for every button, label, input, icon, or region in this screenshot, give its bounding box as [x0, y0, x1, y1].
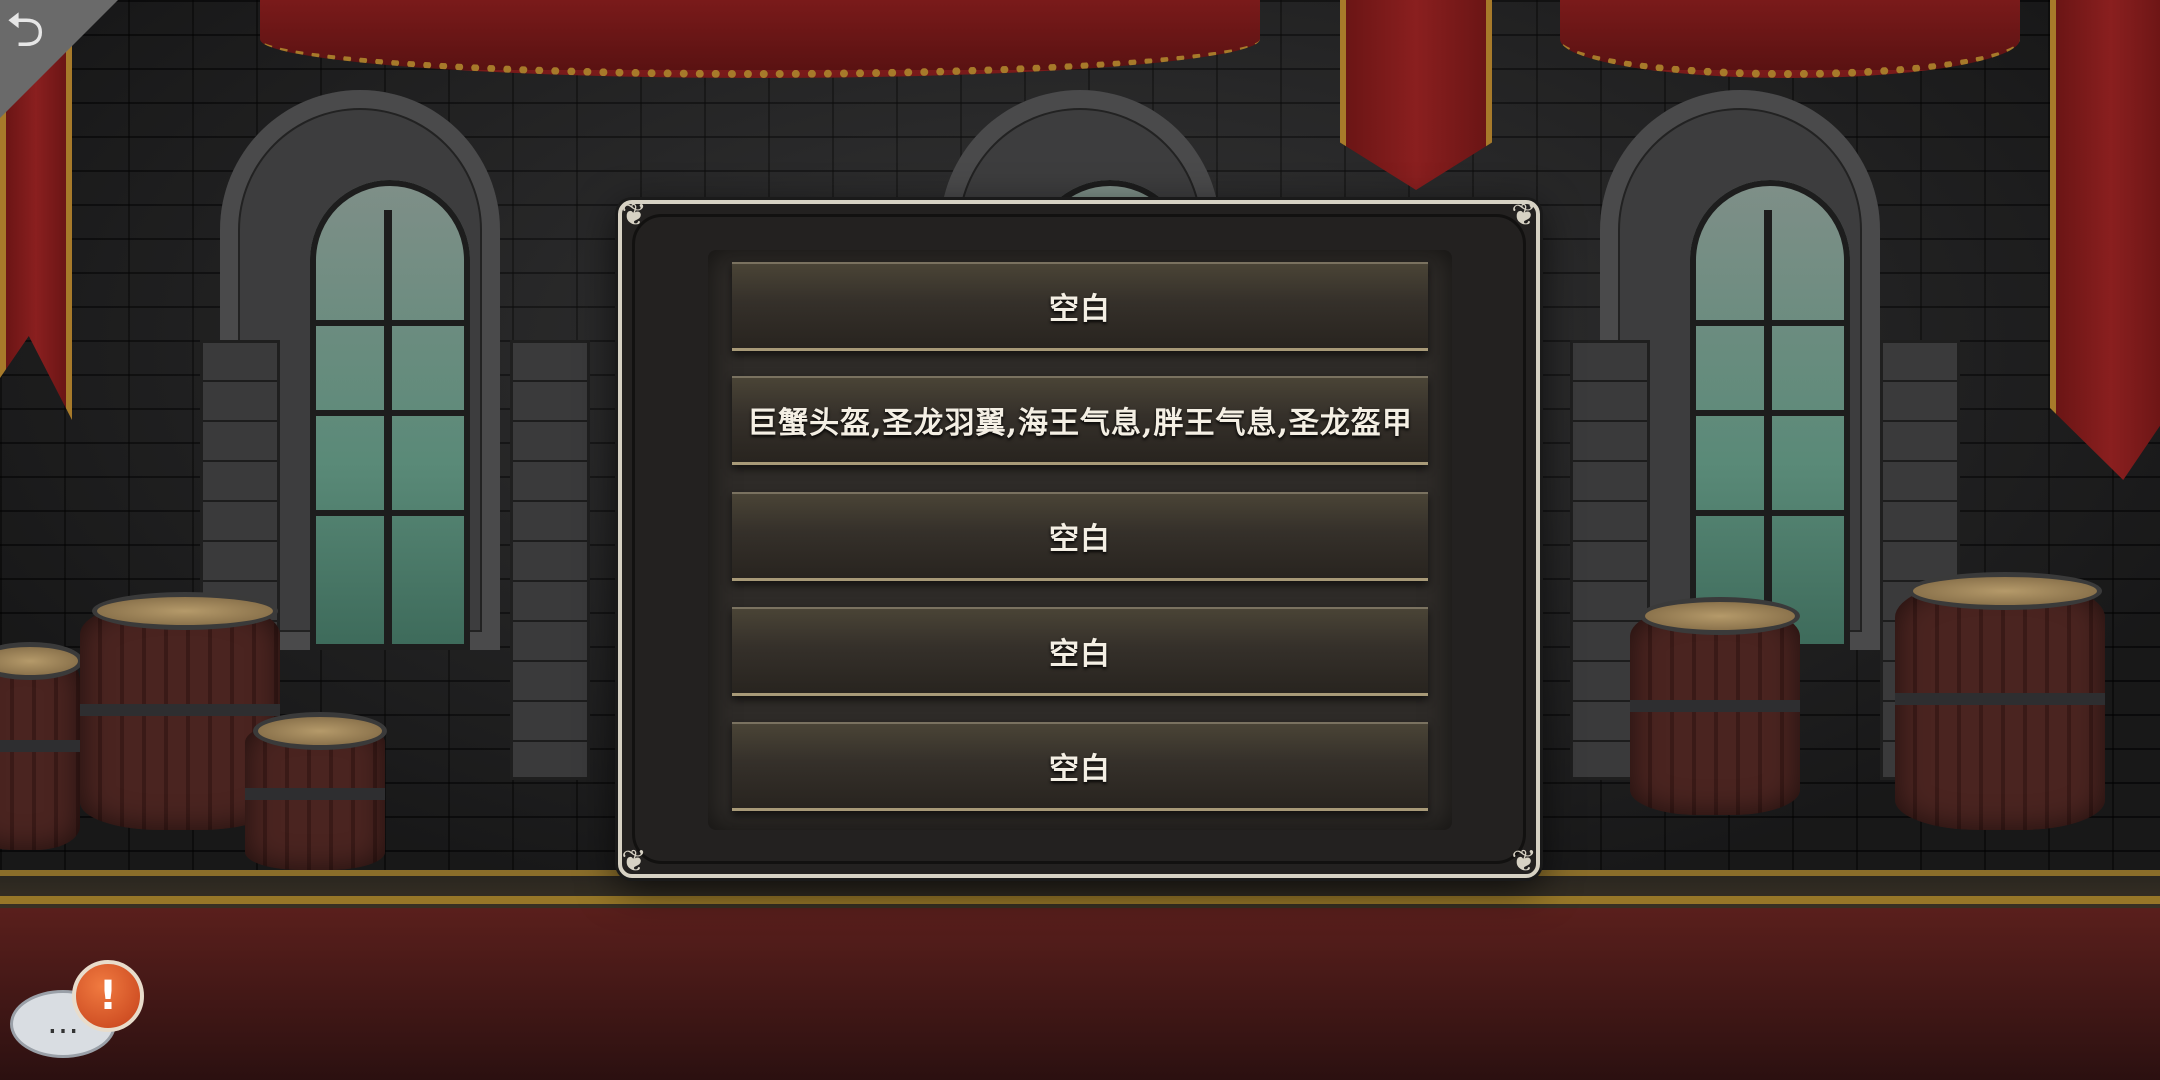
stone-pillar — [510, 340, 590, 780]
hanging-banner-right — [2050, 0, 2160, 480]
slot-label: 空白 — [1049, 752, 1111, 787]
curtain-left — [260, 0, 1260, 78]
ornament-corner-icon: ❦ — [621, 844, 647, 879]
red-floor — [0, 908, 2160, 1080]
slot-label: 空白 — [1049, 292, 1111, 327]
slot-button-5[interactable]: 空白 — [732, 722, 1428, 811]
barrel — [1895, 572, 2105, 830]
curtain-right — [1560, 0, 2020, 78]
slot-button-1[interactable]: 空白 — [732, 262, 1428, 351]
barrel — [0, 642, 84, 850]
slot-label: 空白 — [1049, 522, 1111, 557]
stage-edge — [0, 896, 2160, 904]
slot-button-3[interactable]: 空白 — [732, 492, 1428, 581]
barrel — [245, 712, 387, 870]
slot-label: 巨蟹头盔,圣龙羽翼,海王气息,胖王气息,圣龙盔甲 — [747, 406, 1413, 441]
barrel — [1630, 597, 1800, 815]
exclamation-icon: ! — [72, 960, 144, 1032]
slot-button-4[interactable]: 空白 — [732, 607, 1428, 696]
slot-label: 空白 — [1049, 637, 1111, 672]
back-arrow-icon: ⮌ — [6, 2, 45, 58]
slot-button-2[interactable]: 巨蟹头盔,圣龙羽翼,海王气息,胖王气息,圣龙盔甲 — [732, 376, 1428, 465]
ornament-corner-icon: ❦ — [1511, 198, 1537, 233]
chat-button[interactable]: … ! — [10, 960, 150, 1070]
equipment-dialog: ❦ ❦ ❦ ❦ 空白 巨蟹头盔,圣龙羽翼,海王气息,胖王气息,圣龙盔甲 空白 空… — [618, 198, 1540, 879]
ornament-corner-icon: ❦ — [621, 198, 647, 233]
ornament-corner-icon: ❦ — [1511, 844, 1537, 879]
